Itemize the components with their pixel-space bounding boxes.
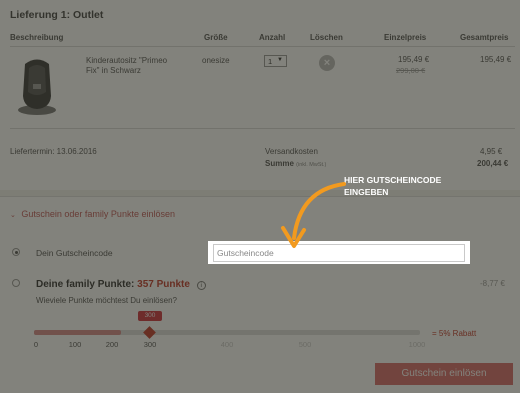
col-description: Beschreibung <box>10 33 64 42</box>
old-price: 299,00 € <box>396 66 426 75</box>
slider-tick: 100 <box>68 340 82 349</box>
col-unit-price: Einzelpreis <box>384 33 427 42</box>
item-size: onesize <box>202 56 230 65</box>
points-question: Wieviele Punkte möchtest Du einlösen? <box>36 296 177 305</box>
points-value: 357 Punkte <box>137 279 190 290</box>
points-title-label: Deine family Punkte: <box>36 279 135 290</box>
sum-note: (inkl. MwSt.) <box>296 162 327 168</box>
slider-discount-label: = 5% Rabatt <box>432 329 477 338</box>
slider-tick: 1000 <box>408 340 426 349</box>
info-icon[interactable]: i <box>196 281 206 290</box>
hint-line2: EINGEBEN <box>344 187 389 197</box>
points-discount-value: -8,77 € <box>480 279 505 288</box>
slider-tick: 400 <box>220 340 234 349</box>
divider <box>10 128 515 129</box>
item-name-line1[interactable]: Kinderautositz "Primeo <box>86 56 167 65</box>
chevron-down-icon: ⌄ <box>10 212 16 219</box>
points-slider-fill <box>34 330 121 335</box>
slider-tick: 0 <box>33 340 39 349</box>
points-title: Deine family Punkte: 357 Punkte i <box>36 279 206 290</box>
delivery-title: Lieferung 1: Outlet <box>10 9 104 21</box>
hint-arrow-icon <box>281 182 346 248</box>
redeem-coupon-button[interactable]: Gutschein einlösen <box>375 363 513 385</box>
delivery-panel: Lieferung 1: Outlet Beschreibung Größe A… <box>0 0 520 190</box>
total-price: 195,49 € <box>480 55 512 64</box>
slider-tick: 200 <box>105 340 119 349</box>
coupon-code-label: Dein Gutscheincode <box>36 248 113 258</box>
qty-value: 1 <box>268 57 273 66</box>
divider <box>10 46 515 47</box>
points-radio[interactable] <box>12 279 20 287</box>
col-size: Größe <box>204 33 228 42</box>
sum-label-text: Summe <box>265 159 294 168</box>
slider-tick: 300 <box>143 340 157 349</box>
coupon-toggle-label: Gutschein oder family Punkte einlösen <box>21 209 175 219</box>
sum-label: Summe (inkl. MwSt.) <box>265 159 326 168</box>
shipping-value: 4,95 € <box>480 147 503 156</box>
hint-line1: HIER GUTSCHEINCODE <box>344 175 442 185</box>
col-delete: Löschen <box>310 33 343 42</box>
shipping-label: Versandkosten <box>265 147 318 156</box>
col-qty: Anzahl <box>259 33 286 42</box>
col-total-price: Gesamtpreis <box>460 33 509 42</box>
hint-callout: HIER GUTSCHEINCODE EINGEBEN <box>344 174 464 198</box>
item-name-line2[interactable]: Fix" in Schwarz <box>86 66 141 75</box>
unit-price: 195,49 € <box>398 55 430 64</box>
qty-select[interactable]: 1 ▼ <box>264 55 287 67</box>
coupon-toggle[interactable]: ⌄ Gutschein oder family Punkte einlösen <box>10 209 175 219</box>
chevron-down-icon: ▼ <box>277 57 283 63</box>
slider-value-bubble: 300 <box>138 311 162 321</box>
delivery-date: Liefertermin: 13.06.2016 <box>10 147 97 156</box>
car-seat-image <box>18 59 56 115</box>
sum-value: 200,44 € <box>477 159 509 168</box>
coupon-code-radio[interactable] <box>12 248 20 256</box>
points-slider-track[interactable] <box>34 330 420 335</box>
slider-tick: 500 <box>298 340 312 349</box>
delete-icon[interactable]: × <box>319 55 335 71</box>
